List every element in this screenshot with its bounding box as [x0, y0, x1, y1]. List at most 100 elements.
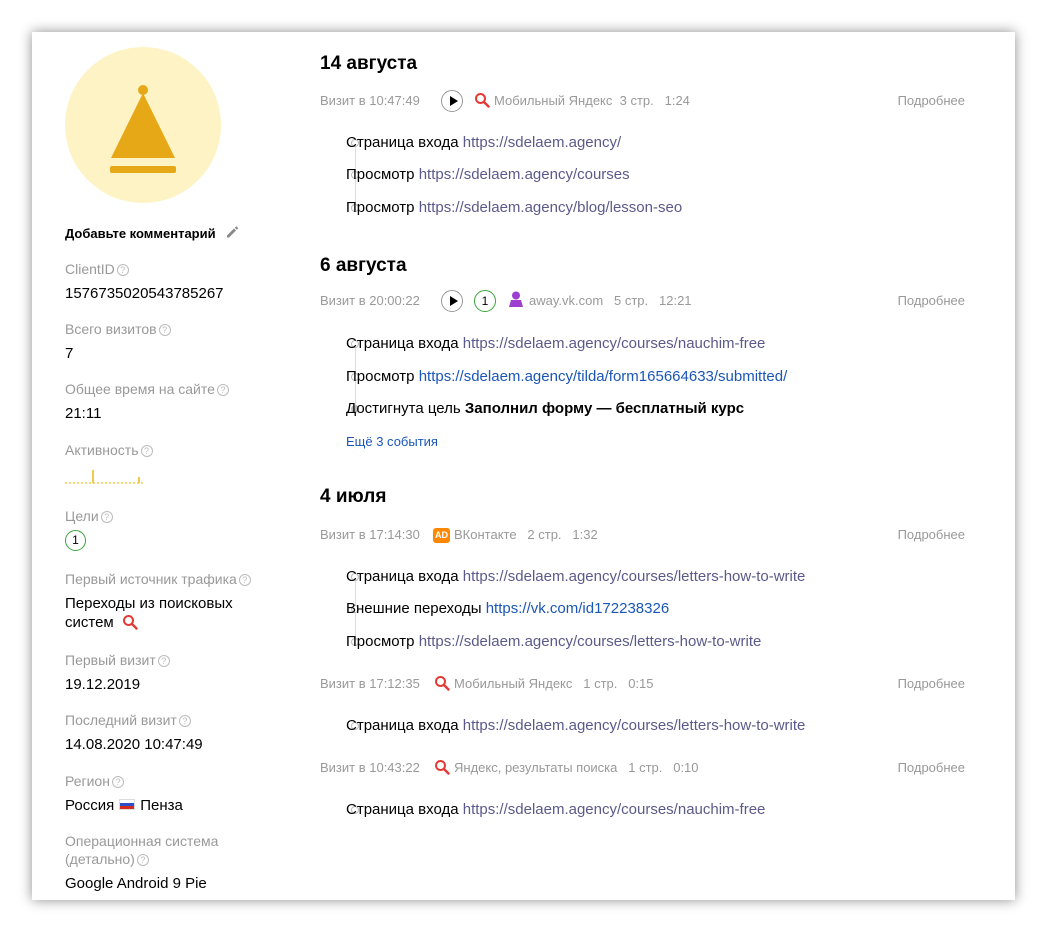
visit-event: Страница входа https://sdelaem.agency/co…	[346, 567, 805, 587]
event-type: Страница входа	[346, 568, 459, 585]
visit-details-link[interactable]: Подробнее	[898, 524, 965, 546]
source-name: ВКонтакте	[454, 527, 517, 542]
visit-pages: 5 стр.	[614, 293, 649, 308]
os-label-line2: (детально)	[65, 851, 135, 867]
total-time-value: 21:11	[65, 405, 102, 422]
region-city: Пенза	[140, 797, 183, 814]
visit-time: Визит в 20:00:22	[320, 293, 420, 308]
goal-name: Заполнил форму — бесплатный курс	[464, 400, 745, 417]
search-icon	[474, 92, 490, 115]
visit-details-link[interactable]: Подробнее	[898, 673, 965, 695]
visit-details-link[interactable]: Подробнее	[898, 757, 965, 779]
goals-label: Цели	[65, 508, 99, 524]
source-name: away.vk.com	[529, 293, 604, 308]
total-time-label: Общее время на сайте	[65, 381, 215, 397]
visit-event: Страница входа https://sdelaem.agency/co…	[346, 334, 765, 354]
visit-details-link[interactable]: Подробнее	[898, 90, 965, 112]
visit-event: Страница входа https://sdelaem.agency/co…	[346, 800, 765, 820]
help-icon[interactable]: ?	[158, 324, 171, 336]
visit-source: Мобильный Яндекс 3 стр. 1:24	[474, 90, 690, 115]
event-url-link[interactable]: https://sdelaem.agency/courses/letters-h…	[463, 568, 806, 585]
event-type: Внешние переходы	[346, 600, 482, 617]
help-icon[interactable]: ?	[136, 854, 149, 866]
event-url-link[interactable]: https://sdelaem.agency/courses/letters-h…	[463, 717, 806, 734]
visit-duration: 1:32	[572, 527, 598, 542]
ad-badge-icon: AD	[433, 528, 450, 543]
event-url-link[interactable]: https://sdelaem.agency/courses/nauchim-f…	[463, 335, 766, 352]
event-type: Страница входа	[346, 335, 459, 352]
event-url-link[interactable]: https://sdelaem.agency/courses	[419, 166, 630, 183]
os-value: Google Android 9 Pie	[65, 875, 207, 892]
event-type: Просмотр	[346, 166, 415, 183]
source-name: Мобильный Яндекс	[494, 93, 613, 108]
field-region: Регион? Россия Пенза	[65, 772, 285, 815]
visit-header: Визит в 10:43:22 Яндекс, результаты поис…	[320, 757, 965, 779]
event-url-link[interactable]: https://sdelaem.agency/courses/letters-h…	[419, 633, 762, 650]
event-url-link[interactable]: https://sdelaem.agency/tilda/form1656646…	[419, 368, 788, 385]
source-name: Яндекс, результаты поиска	[454, 760, 618, 775]
event-url-link[interactable]: https://vk.com/id172238326	[486, 600, 669, 617]
day-heading: 4 июля	[320, 486, 387, 507]
event-type: Просмотр	[346, 368, 415, 385]
visit-time: Визит в 10:43:22	[320, 760, 420, 775]
help-icon[interactable]: ?	[116, 264, 129, 276]
visit-header: Визит в 17:12:35 Мобильный Яндекс 1 стр.…	[320, 673, 965, 695]
help-icon[interactable]: ?	[238, 574, 251, 586]
visit-event: Просмотр https://sdelaem.agency/courses	[346, 165, 630, 185]
visit-event: Просмотр https://sdelaem.agency/courses/…	[346, 632, 761, 652]
field-goals: Цели? 1	[65, 507, 285, 551]
event-url-link[interactable]: https://sdelaem.agency/courses/nauchim-f…	[463, 801, 766, 818]
help-icon[interactable]: ?	[100, 511, 113, 523]
region-label: Регион	[65, 773, 110, 789]
visit-source: Яндекс, результаты поиска 1 стр. 0:10	[434, 757, 699, 782]
visit-header: Визит в 20:00:22 1 away.vk.com 5 стр. 12…	[320, 290, 965, 312]
pencil-icon[interactable]	[225, 225, 239, 242]
field-total-time: Общее время на сайте? 21:11	[65, 380, 285, 423]
profile-sidebar: Добавьте комментарий ClientID? 157673502…	[32, 32, 292, 900]
last-visit-value: 14.08.2020 10:47:49	[65, 736, 203, 753]
field-last-visit: Последний визит? 14.08.2020 10:47:49	[65, 711, 285, 754]
last-visit-label: Последний визит	[65, 712, 177, 728]
event-type: Страница входа	[346, 801, 459, 818]
field-total-visits: Всего визитов? 7	[65, 320, 285, 363]
visit-header: Визит в 10:47:49 Мобильный Яндекс 3 стр.…	[320, 90, 965, 112]
event-url-link[interactable]: https://sdelaem.agency/blog/lesson-seo	[419, 199, 683, 216]
add-comment-label: Добавьте комментарий	[65, 226, 216, 241]
help-icon[interactable]: ?	[140, 445, 153, 457]
visit-pages: 1 стр.	[583, 676, 618, 691]
avatar	[65, 47, 221, 203]
goals-count-badge[interactable]: 1	[65, 530, 86, 551]
client-id-label: ClientID	[65, 261, 115, 277]
visit-event: Страница входа https://sdelaem.agency/co…	[346, 716, 805, 736]
visit-pages: 3 стр.	[619, 93, 654, 108]
visit-goals-badge[interactable]: 1	[474, 290, 496, 312]
play-recording-button[interactable]	[441, 90, 463, 112]
help-icon[interactable]: ?	[178, 715, 191, 727]
visit-pages: 2 стр.	[527, 527, 562, 542]
field-first-source: Первый источник трафика? Переходы из пои…	[65, 570, 285, 635]
visit-source: Мобильный Яндекс 1 стр. 0:15	[434, 673, 654, 698]
visit-details-link[interactable]: Подробнее	[898, 290, 965, 312]
event-type: Достигнута цель	[346, 400, 461, 417]
visit-duration: 12:21	[659, 293, 692, 308]
activity-label: Активность	[65, 442, 139, 458]
search-icon	[122, 614, 138, 635]
visit-source: AD ВКонтакте 2 стр. 1:32	[433, 524, 598, 546]
visit-time: Визит в 17:14:30	[320, 527, 420, 542]
source-name: Мобильный Яндекс	[454, 676, 573, 691]
field-client-id: ClientID? 1576735020543785267	[65, 260, 285, 303]
first-source-label: Первый источник трафика	[65, 571, 237, 587]
event-type: Просмотр	[346, 633, 415, 650]
help-icon[interactable]: ?	[157, 655, 170, 667]
help-icon[interactable]: ?	[111, 776, 124, 788]
total-visits-value: 7	[65, 345, 74, 362]
play-recording-button[interactable]	[441, 290, 463, 312]
day-heading: 14 августа	[320, 53, 418, 74]
help-icon[interactable]: ?	[216, 384, 229, 396]
region-country: Россия	[65, 797, 115, 814]
visit-goal-event: Достигнута цель Заполнил форму — бесплат…	[346, 399, 744, 419]
add-comment[interactable]: Добавьте комментарий	[65, 225, 239, 242]
total-visits-label: Всего визитов	[65, 321, 157, 337]
event-url-link[interactable]: https://sdelaem.agency/	[463, 134, 621, 151]
more-events-link[interactable]: Ещё 3 события	[346, 434, 438, 449]
